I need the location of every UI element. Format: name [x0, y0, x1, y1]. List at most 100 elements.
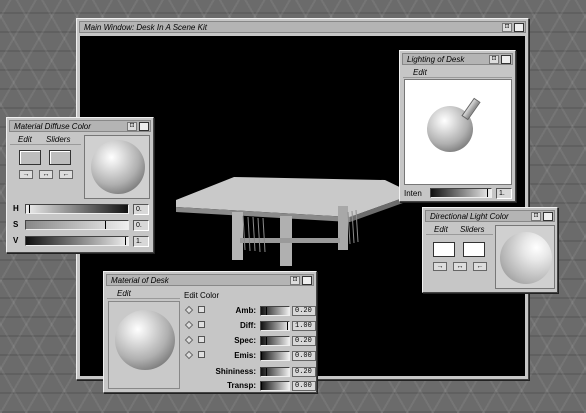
material-desk-titlebar[interactable]: Material of Desk ⊡ — [106, 274, 314, 286]
material-preview-sphere — [115, 310, 175, 370]
shininess-value[interactable]: 0.20 — [292, 367, 316, 377]
s-slider[interactable] — [25, 220, 129, 230]
color-preview-sphere — [91, 140, 145, 194]
amb-slider[interactable] — [260, 306, 290, 316]
arrow-right-icon[interactable]: → — [433, 262, 447, 271]
arrow-both-icon[interactable]: ↔ — [39, 170, 53, 179]
desk-leg-front-left — [232, 212, 243, 260]
lighting-titlebar[interactable]: Lighting of Desk ⊡ — [402, 53, 513, 65]
emis-slider-thumb[interactable] — [261, 352, 262, 360]
shininess-slider-thumb[interactable] — [265, 368, 267, 376]
color-swatch-previous[interactable] — [49, 150, 71, 165]
spec-edit-radio[interactable] — [184, 335, 194, 345]
main-window-titlebar[interactable]: Main Window: Desk In A Scene Kit ⊡ — [79, 21, 526, 33]
lighting-title: Lighting of Desk — [407, 54, 465, 64]
menu-sliders[interactable]: Sliders — [46, 135, 70, 144]
intensity-value[interactable]: 1. — [496, 188, 512, 199]
edit-color-label: Edit Color — [184, 291, 220, 300]
window-menu-icon[interactable]: ⊡ — [489, 54, 499, 64]
s-label: S — [13, 220, 19, 229]
window-menu-icon[interactable]: ⊡ — [127, 121, 137, 131]
arrow-left-icon[interactable]: ← — [59, 170, 73, 179]
diff-checkbox[interactable] — [198, 321, 205, 328]
arrow-left-icon[interactable]: ← — [473, 262, 487, 271]
window-menu-icon[interactable]: ⊡ — [531, 211, 541, 221]
spec-checkbox[interactable] — [198, 336, 205, 343]
directional-light-titlebar[interactable]: Directional Light Color ⊡ — [425, 210, 555, 222]
emis-checkbox[interactable] — [198, 351, 205, 358]
maximize-icon[interactable] — [302, 275, 312, 285]
h-slider[interactable] — [25, 204, 129, 214]
shininess-slider[interactable] — [260, 367, 290, 377]
diff-label: Diff: — [240, 321, 256, 330]
emis-value[interactable]: 0.00 — [292, 351, 316, 361]
transp-slider-thumb[interactable] — [261, 382, 262, 390]
window-menu-icon[interactable]: ⊡ — [290, 275, 300, 285]
transp-label: Transp: — [227, 381, 256, 390]
maximize-icon[interactable] — [139, 121, 149, 131]
menu-sliders[interactable]: Sliders — [460, 225, 484, 234]
light-color-wheel-panel[interactable] — [495, 225, 555, 289]
arrow-both-icon[interactable]: ↔ — [453, 262, 467, 271]
light-swatch-current[interactable] — [433, 242, 455, 257]
shininess-label: Shininess: — [215, 367, 256, 376]
material-color-window: Material Diffuse Color ⊡ Edit Sliders → … — [6, 117, 154, 253]
diff-value[interactable]: 1.00 — [292, 321, 316, 331]
spec-slider-thumb[interactable] — [265, 337, 267, 345]
lighting-menubar: Edit — [403, 67, 512, 78]
emis-edit-radio[interactable] — [184, 350, 194, 360]
material-desk-title: Material of Desk — [111, 275, 169, 285]
directional-light-title: Directional Light Color — [430, 211, 509, 221]
directional-light-menubar: Edit Sliders — [426, 224, 493, 235]
arrow-right-icon[interactable]: → — [19, 170, 33, 179]
transp-value[interactable]: 0.00 — [292, 381, 316, 391]
h-value[interactable]: 0. — [133, 204, 149, 215]
desk-stretcher — [240, 238, 340, 243]
s-slider-thumb[interactable] — [104, 221, 106, 229]
material-desk-window: Material of Desk ⊡ Edit Edit Color Amb: … — [103, 271, 317, 393]
light-preview[interactable] — [404, 79, 512, 185]
material-preview[interactable] — [108, 301, 180, 389]
amb-slider-thumb[interactable] — [265, 307, 267, 315]
diff-slider[interactable] — [260, 321, 290, 331]
menu-edit[interactable]: Edit — [18, 135, 32, 144]
emis-slider[interactable] — [260, 351, 290, 361]
v-slider-thumb[interactable] — [124, 237, 126, 245]
transp-slider[interactable] — [260, 381, 290, 391]
diff-edit-radio[interactable] — [184, 320, 194, 330]
material-color-titlebar[interactable]: Material Diffuse Color ⊡ — [9, 120, 151, 132]
menu-edit[interactable]: Edit — [117, 289, 131, 298]
material-color-title: Material Diffuse Color — [14, 121, 91, 131]
light-color-sphere — [500, 232, 552, 284]
intensity-label: Inten — [404, 189, 422, 198]
material-color-menubar: Edit Sliders — [10, 134, 81, 145]
v-label: V — [13, 236, 19, 245]
s-value[interactable]: 0. — [133, 220, 149, 231]
spec-value[interactable]: 0.20 — [292, 336, 316, 346]
maximize-icon[interactable] — [501, 54, 511, 64]
h-label: H — [13, 204, 19, 213]
main-window-title: Main Window: Desk In A Scene Kit — [84, 22, 207, 32]
window-menu-icon[interactable]: ⊡ — [502, 22, 512, 32]
maximize-icon[interactable] — [543, 211, 553, 221]
amb-value[interactable]: 0.20 — [292, 306, 316, 316]
h-slider-thumb[interactable] — [29, 205, 31, 213]
emis-label: Emis: — [234, 351, 256, 360]
intensity-slider[interactable] — [430, 188, 492, 198]
light-swatch-previous[interactable] — [463, 242, 485, 257]
color-swatch-current[interactable] — [19, 150, 41, 165]
light-direction-arrow[interactable] — [461, 97, 481, 121]
color-wheel-panel[interactable] — [84, 135, 150, 199]
maximize-icon[interactable] — [514, 22, 524, 32]
intensity-slider-thumb[interactable] — [487, 189, 488, 197]
amb-label: Amb: — [235, 306, 256, 315]
menu-edit[interactable]: Edit — [413, 68, 427, 77]
amb-edit-radio[interactable] — [184, 305, 194, 315]
lighting-window: Lighting of Desk ⊡ Edit Inten 1. — [399, 50, 516, 202]
amb-checkbox[interactable] — [198, 306, 205, 313]
menu-edit[interactable]: Edit — [434, 225, 448, 234]
v-slider[interactable] — [25, 236, 129, 246]
v-value[interactable]: 1. — [133, 236, 149, 247]
diff-slider-thumb[interactable] — [286, 322, 288, 330]
spec-slider[interactable] — [260, 336, 290, 346]
